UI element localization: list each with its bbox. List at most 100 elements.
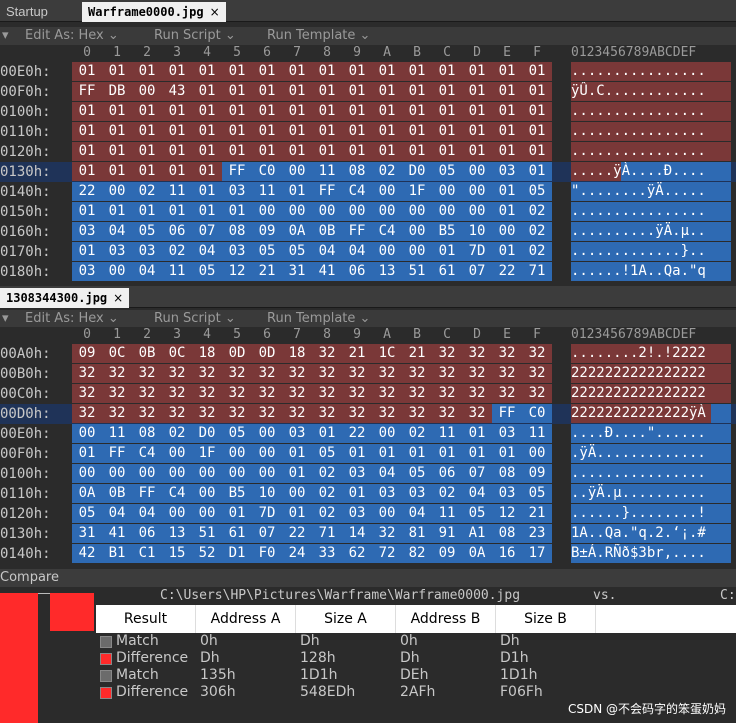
hex-byte[interactable]: 08 (222, 222, 252, 241)
hex-byte[interactable]: 10 (252, 484, 282, 503)
hex-byte[interactable]: C4 (132, 444, 162, 463)
hex-byte[interactable]: 03 (372, 484, 402, 503)
hex-byte[interactable]: 00 (312, 202, 342, 221)
hex-byte[interactable]: 0C (102, 344, 132, 363)
hex-byte[interactable]: 02 (522, 222, 552, 241)
hex-byte[interactable]: 00 (402, 242, 432, 261)
hex-byte[interactable]: 1F (402, 182, 432, 201)
hex-byte[interactable]: 04 (102, 504, 132, 523)
hex-byte[interactable]: 00 (252, 444, 282, 463)
hex-byte[interactable]: 01 (342, 444, 372, 463)
hex-byte[interactable]: 05 (282, 242, 312, 261)
hex-byte[interactable]: 02 (312, 484, 342, 503)
hex-byte[interactable]: 00 (222, 444, 252, 463)
hex-byte[interactable]: 33 (312, 544, 342, 563)
hex-byte[interactable]: D1 (222, 544, 252, 563)
hex-byte[interactable]: 32 (402, 404, 432, 423)
hex-row[interactable]: 0170h: 01 03 03 02 04 03 05 05 04 04 00 00 01 7D 01 02..… (0, 242, 736, 262)
hex-byte[interactable]: 32 (342, 364, 372, 383)
hex-byte[interactable]: 32 (102, 364, 132, 383)
hex-byte[interactable]: 32 (462, 404, 492, 423)
column-header-result[interactable]: Result (96, 605, 196, 633)
hex-byte[interactable]: 02 (372, 162, 402, 181)
run-template-dropdown[interactable]: Run Template ⌄ (267, 27, 370, 45)
hex-byte[interactable]: 01 (372, 102, 402, 121)
hex-byte[interactable]: 01 (492, 122, 522, 141)
hex-byte[interactable]: 09 (432, 544, 462, 563)
hex-byte[interactable]: 01 (342, 122, 372, 141)
hex-byte[interactable]: 11 (162, 262, 192, 281)
hex-byte[interactable]: 08 (132, 424, 162, 443)
hex-byte[interactable]: 32 (462, 384, 492, 403)
hex-byte[interactable]: 24 (282, 544, 312, 563)
hex-byte[interactable]: 21 (522, 504, 552, 523)
toolbar-menu-icon[interactable]: ▾ (2, 27, 9, 45)
hex-byte[interactable]: 32 (522, 384, 552, 403)
hex-byte[interactable]: 13 (162, 524, 192, 543)
hex-byte[interactable]: FF (72, 82, 102, 101)
hex-byte[interactable]: 03 (402, 484, 432, 503)
hex-row[interactable]: 00E0h: 01 01 01 01 01 01 01 01 01 01 01 01 01 01 01 01..… (0, 62, 736, 82)
hex-byte[interactable]: 0A (462, 544, 492, 563)
hex-byte[interactable]: 32 (312, 404, 342, 423)
hex-byte[interactable]: 00 (192, 484, 222, 503)
hex-byte[interactable]: 00 (162, 504, 192, 523)
hex-byte[interactable]: 01 (402, 122, 432, 141)
hex-byte[interactable]: 01 (252, 102, 282, 121)
hex-byte[interactable]: 01 (372, 62, 402, 81)
hex-byte[interactable]: 01 (432, 122, 462, 141)
hex-byte[interactable]: 01 (132, 202, 162, 221)
hex-byte[interactable]: 32 (312, 364, 342, 383)
hex-byte[interactable]: C0 (522, 404, 552, 423)
hex-byte[interactable]: 00 (432, 202, 462, 221)
hex-byte[interactable]: 05 (432, 162, 462, 181)
ascii-text[interactable]: 22222222222222ÿÀ (571, 404, 731, 423)
hex-byte[interactable]: 32 (432, 364, 462, 383)
hex-byte[interactable]: 00 (402, 202, 432, 221)
hex-byte[interactable]: 32 (432, 344, 462, 363)
hex-byte[interactable]: 32 (72, 404, 102, 423)
hex-row[interactable]: 0100h: 01 01 01 01 01 01 01 01 01 01 01 01 01 01 01 01..… (0, 102, 736, 122)
hex-byte[interactable]: FF (312, 182, 342, 201)
hex-byte[interactable]: 01 (462, 102, 492, 121)
hex-byte[interactable]: 01 (192, 182, 222, 201)
table-row[interactable]: Difference 306h 548EDh 2AFh F06Fh (96, 684, 596, 701)
hex-byte[interactable]: 03 (342, 464, 372, 483)
hex-byte[interactable]: 00 (372, 242, 402, 261)
tab-1308344300[interactable]: 1308344300.jpg × (0, 288, 130, 308)
column-header-size-b[interactable]: Size B (496, 605, 596, 633)
hex-byte[interactable]: 00 (522, 444, 552, 463)
hex-byte[interactable]: 01 (282, 62, 312, 81)
hex-byte[interactable]: 10 (462, 222, 492, 241)
hex-byte[interactable]: 01 (522, 162, 552, 181)
hex-byte[interactable]: 41 (102, 524, 132, 543)
hex-byte[interactable]: 32 (252, 364, 282, 383)
hex-byte[interactable]: 04 (402, 504, 432, 523)
hex-byte[interactable]: 00 (282, 484, 312, 503)
hex-byte[interactable]: 03 (492, 484, 522, 503)
hex-byte[interactable]: 01 (192, 202, 222, 221)
hex-byte[interactable]: 32 (342, 384, 372, 403)
hex-byte[interactable]: 04 (312, 242, 342, 261)
hex-byte[interactable]: 81 (402, 524, 432, 543)
hex-byte[interactable]: D0 (192, 424, 222, 443)
hex-byte[interactable]: 01 (72, 122, 102, 141)
hex-byte[interactable]: 01 (162, 122, 192, 141)
hex-byte[interactable]: 03 (342, 504, 372, 523)
hex-byte[interactable]: 01 (402, 102, 432, 121)
hex-byte[interactable]: 01 (252, 62, 282, 81)
hex-byte[interactable]: 02 (162, 424, 192, 443)
hex-byte[interactable]: 32 (522, 364, 552, 383)
hex-byte[interactable]: 00 (132, 464, 162, 483)
hex-byte[interactable]: 32 (522, 344, 552, 363)
hex-byte[interactable]: 32 (102, 404, 132, 423)
ascii-text[interactable]: B±Á.RÑð$3br,.... (571, 544, 731, 563)
tab-warframe0000[interactable]: Warframe0000.jpg × (82, 2, 226, 22)
hex-byte[interactable]: 32 (222, 404, 252, 423)
hex-row[interactable]: 0140h: 42 B1 C1 15 52 D1 F0 24 33 62 72 82 09 0A 16 17 B±… (0, 544, 736, 564)
hex-byte[interactable]: 22 (342, 424, 372, 443)
hex-byte[interactable]: 01 (222, 504, 252, 523)
hex-byte[interactable]: 32 (252, 384, 282, 403)
hex-byte[interactable]: 61 (222, 524, 252, 543)
hex-byte[interactable]: 91 (432, 524, 462, 543)
